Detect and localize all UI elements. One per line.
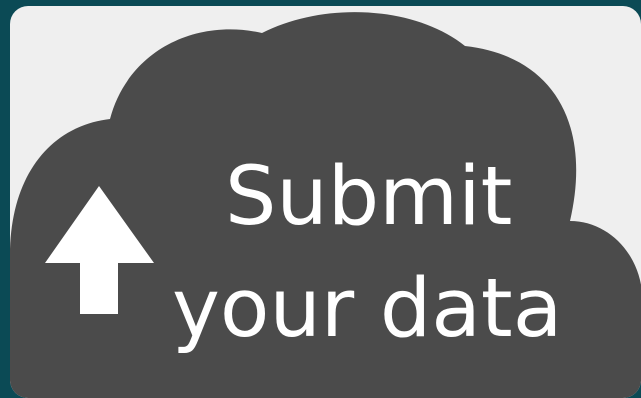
cloud-icon: Submit your data bbox=[10, 12, 641, 398]
submit-data-button[interactable]: Submit your data bbox=[10, 6, 641, 398]
your-data-label: your data bbox=[172, 262, 562, 356]
submit-label: Submit bbox=[225, 150, 512, 244]
